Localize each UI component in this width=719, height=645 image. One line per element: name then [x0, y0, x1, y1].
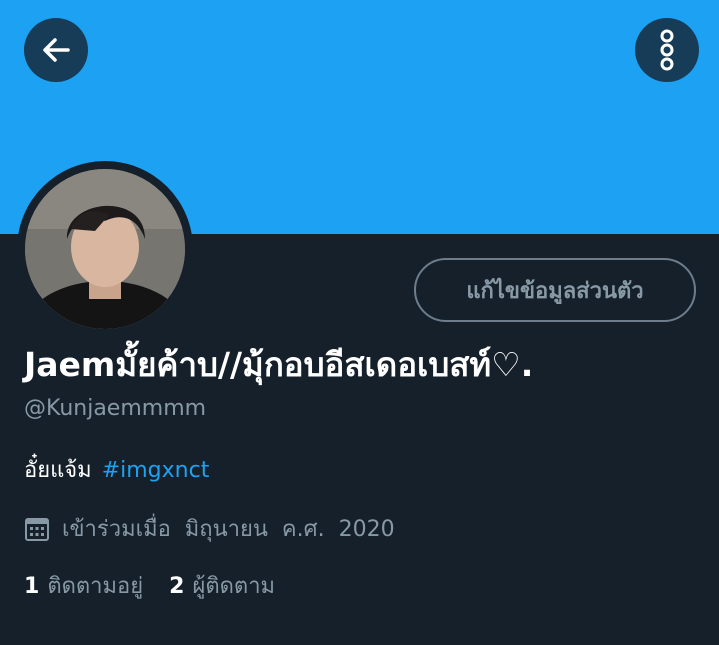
- joined-date: เข้าร่วมเมื่อ มิถุนายน ค.ศ. 2020: [24, 511, 395, 546]
- avatar[interactable]: [17, 161, 193, 337]
- back-button[interactable]: [24, 18, 88, 82]
- followers-count: 2: [169, 574, 185, 599]
- bio: อั๋ยแจ้ม #imgxnct: [24, 452, 209, 487]
- follow-stats: 1 ติดตามอยู่ 2 ผู้ติดตาม: [24, 568, 275, 603]
- edit-profile-label: แก้ไขข้อมูลส่วนตัว: [466, 278, 644, 304]
- following-link[interactable]: 1 ติดตามอยู่: [24, 568, 143, 603]
- arrow-left-icon: [43, 38, 70, 62]
- bio-text: อั๋ยแจ้ม: [24, 458, 92, 483]
- followers-label: ผู้ติดตาม: [192, 574, 276, 599]
- profile-page: แก้ไขข้อมูลส่วนตัว Jaemมั้ยค้าบ//มุ้กอบอ…: [0, 0, 719, 645]
- calendar-icon: [25, 517, 49, 541]
- following-count: 1: [24, 574, 40, 599]
- more-options-button[interactable]: [635, 18, 699, 82]
- joined-text: เข้าร่วมเมื่อ มิถุนายน ค.ศ. 2020: [62, 517, 395, 542]
- username-handle: @Kunjaemmmm: [24, 396, 207, 421]
- display-name: Jaemมั้ยค้าบ//มุ้กอบอีสเดอเบสท์♡.: [24, 345, 534, 384]
- following-label: ติดตามอยู่: [47, 574, 144, 599]
- hashtag-link[interactable]: #imgxnct: [102, 458, 210, 483]
- avatar-image: [25, 169, 185, 329]
- more-vertical-icon: [660, 29, 674, 71]
- edit-profile-button[interactable]: แก้ไขข้อมูลส่วนตัว: [414, 258, 696, 322]
- followers-link[interactable]: 2 ผู้ติดตาม: [169, 568, 275, 603]
